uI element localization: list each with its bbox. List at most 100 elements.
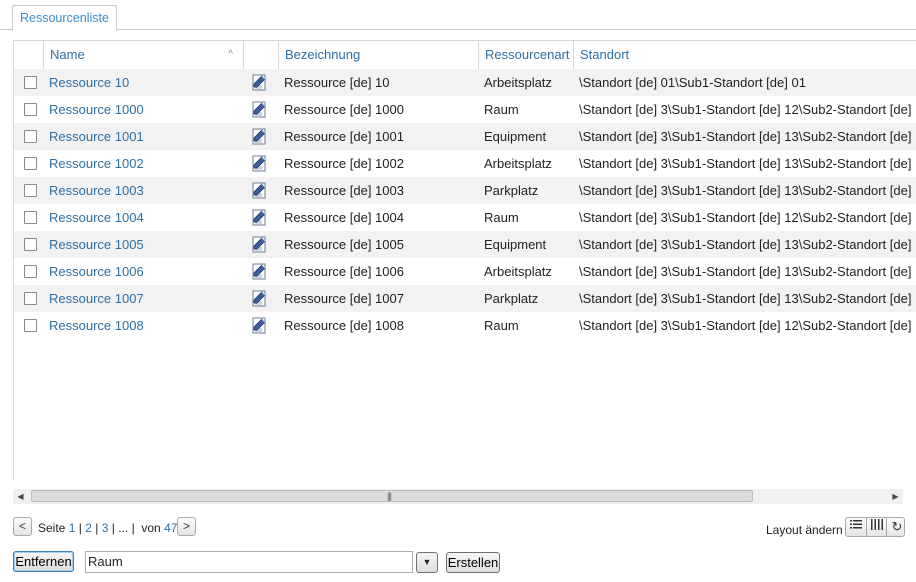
cell-standort: \Standort [de] 3\Sub1-Standort [de] 13\S… — [579, 291, 912, 306]
cell-bezeichnung: Ressource [de] 1002 — [284, 156, 404, 171]
resource-name-link[interactable]: Ressource 1001 — [49, 123, 239, 150]
remove-button[interactable]: Entfernen — [13, 551, 74, 572]
layout-change-label: Layout ändern — [766, 523, 843, 537]
cell-bezeichnung: Ressource [de] 1008 — [284, 318, 404, 333]
edit-document-icon[interactable] — [250, 208, 268, 226]
cell-standort: \Standort [de] 3\Sub1-Standort [de] 13\S… — [579, 237, 912, 252]
page-link-1[interactable]: 1 — [69, 521, 76, 535]
column-header-standort[interactable]: Standort — [574, 41, 916, 69]
header-select-column[interactable] — [14, 41, 44, 69]
row-checkbox[interactable] — [24, 76, 37, 89]
cell-ressourcenart: Raum — [484, 102, 519, 117]
resource-name-link[interactable]: Ressource 10 — [49, 69, 239, 96]
tab-ressourcenliste[interactable]: Ressourcenliste — [12, 5, 117, 31]
cell-ressourcenart: Parkplatz — [484, 183, 539, 198]
cell-standort: \Standort [de] 3\Sub1-Standort [de] 12\S… — [579, 102, 912, 117]
resource-name-link[interactable]: Ressource 1000 — [49, 96, 239, 123]
resource-grid: Name ^ Bezeichnung Ressourcenart Standor… — [13, 40, 916, 480]
resource-name-link[interactable]: Ressource 1005 — [49, 231, 239, 258]
edit-document-icon[interactable] — [250, 127, 268, 145]
layout-buttons: ↻ — [845, 517, 905, 537]
table-row[interactable]: Ressource 1001 Ressource [de] 1001 Equipme… — [14, 123, 916, 150]
edit-document-icon[interactable] — [250, 262, 268, 280]
cell-standort: \Standort [de] 01\Sub1-Standort [de] 01 — [579, 75, 806, 90]
sort-ascending-icon: ^ — [228, 49, 233, 60]
resource-name-link[interactable]: Ressource 1003 — [49, 177, 239, 204]
cell-ressourcenart: Arbeitsplatz — [484, 75, 552, 90]
previous-page-button[interactable]: < — [13, 517, 32, 536]
row-checkbox[interactable] — [24, 157, 37, 170]
cell-ressourcenart: Parkplatz — [484, 291, 539, 306]
cell-standort: \Standort [de] 3\Sub1-Standort [de] 13\S… — [579, 183, 912, 198]
cell-bezeichnung: Ressource [de] 1005 — [284, 237, 404, 252]
edit-document-icon[interactable] — [250, 289, 268, 307]
cell-ressourcenart: Equipment — [484, 237, 547, 252]
table-row[interactable]: Ressource 1003 Ressource [de] 1003 Parkpla… — [14, 177, 916, 204]
scroll-right-icon[interactable]: ▶ — [888, 489, 903, 504]
page-ellipsis[interactable]: ... — [118, 521, 128, 535]
row-checkbox[interactable] — [24, 184, 37, 197]
row-checkbox[interactable] — [24, 292, 37, 305]
tab-bar: Ressourcenliste — [0, 0, 916, 31]
cell-ressourcenart: Raum — [484, 210, 519, 225]
grid-header: Name ^ Bezeichnung Ressourcenart Standor… — [14, 40, 916, 70]
edit-document-icon[interactable] — [250, 316, 268, 334]
row-checkbox[interactable] — [24, 211, 37, 224]
resource-name-link[interactable]: Ressource 1006 — [49, 258, 239, 285]
row-checkbox[interactable] — [24, 238, 37, 251]
resource-name-link[interactable]: Ressource 1008 — [49, 312, 239, 339]
resource-name-link[interactable]: Ressource 1002 — [49, 150, 239, 177]
page-separator: | — [78, 521, 82, 535]
table-row[interactable]: Ressource 1004 Ressource [de] 1004 Raum \St… — [14, 204, 916, 231]
table-row[interactable]: Ressource 1005 Ressource [de] 1005 Equipme… — [14, 231, 916, 258]
table-row[interactable]: Ressource 1008 Ressource [de] 1008 Raum \St… — [14, 312, 916, 339]
edit-document-icon[interactable] — [250, 235, 268, 253]
column-header-name-label: Name — [50, 47, 85, 62]
row-checkbox[interactable] — [24, 265, 37, 278]
cell-standort: \Standort [de] 3\Sub1-Standort [de] 13\S… — [579, 264, 912, 279]
resource-name-link[interactable]: Ressource 1007 — [49, 285, 239, 312]
edit-document-icon[interactable] — [250, 181, 268, 199]
page-label: Seite — [38, 521, 66, 535]
chevron-down-icon[interactable]: ▼ — [416, 552, 438, 573]
columns-icon[interactable] — [866, 518, 887, 536]
cell-bezeichnung: Ressource [de] 1001 — [284, 129, 404, 144]
table-row[interactable]: Ressource 1007 Ressource [de] 1007 Parkpla… — [14, 285, 916, 312]
table-row[interactable]: Ressource 1000 Ressource [de] 1000 Raum \St… — [14, 96, 916, 123]
cell-standort: \Standort [de] 3\Sub1-Standort [de] 13\S… — [579, 156, 912, 171]
page-separator: | — [111, 521, 115, 535]
column-header-name[interactable]: Name ^ — [44, 41, 244, 69]
cell-bezeichnung: Ressource [de] 1006 — [284, 264, 404, 279]
cell-ressourcenart: Equipment — [484, 129, 547, 144]
row-checkbox[interactable] — [24, 103, 37, 116]
cell-standort: \Standort [de] 3\Sub1-Standort [de] 12\S… — [579, 210, 912, 225]
horizontal-scrollbar[interactable]: ◀ ||| ▶ — [13, 489, 903, 504]
cell-bezeichnung: Ressource [de] 1000 — [284, 102, 404, 117]
table-row[interactable]: Ressource 1006 Ressource [de] 1006 Arbeits… — [14, 258, 916, 285]
column-header-ressourcenart[interactable]: Ressourcenart — [479, 41, 574, 69]
column-header-bezeichnung[interactable]: Bezeichnung — [279, 41, 479, 69]
scrollbar-thumb[interactable]: ||| — [31, 490, 753, 502]
cell-bezeichnung: Ressource [de] 1003 — [284, 183, 404, 198]
resource-name-link[interactable]: Ressource 1004 — [49, 204, 239, 231]
scroll-left-icon[interactable]: ◀ — [13, 489, 28, 504]
edit-document-icon[interactable] — [250, 73, 268, 91]
header-edit-column[interactable] — [244, 41, 279, 69]
page-total-label: von — [141, 521, 161, 535]
edit-document-icon[interactable] — [250, 100, 268, 118]
edit-document-icon[interactable] — [250, 154, 268, 172]
cell-bezeichnung: Ressource [de] 1007 — [284, 291, 404, 306]
cell-bezeichnung: Ressource [de] 1004 — [284, 210, 404, 225]
row-checkbox[interactable] — [24, 319, 37, 332]
table-row[interactable]: Ressource 1002 Ressource [de] 1002 Arbeits… — [14, 150, 916, 177]
next-page-button[interactable]: > — [177, 517, 196, 536]
refresh-icon[interactable]: ↻ — [886, 518, 907, 536]
resource-type-combo[interactable]: Raum — [85, 551, 413, 573]
table-row[interactable]: Ressource 10 Ressource [de] 10 Arbeitsplat… — [14, 69, 916, 96]
create-button[interactable]: Erstellen — [446, 552, 500, 573]
page-separator: | — [95, 521, 99, 535]
list-icon[interactable] — [846, 518, 866, 536]
row-checkbox[interactable] — [24, 130, 37, 143]
page-link-3[interactable]: 3 — [102, 521, 109, 535]
page-link-2[interactable]: 2 — [85, 521, 92, 535]
